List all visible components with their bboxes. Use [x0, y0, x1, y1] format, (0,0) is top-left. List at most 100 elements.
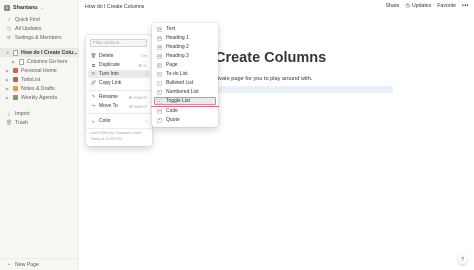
color-icon: ◐	[92, 118, 95, 124]
sidebar-page-personal-home[interactable]: ▶ Personal Home	[0, 66, 79, 75]
gear-icon: ⚙	[6, 34, 12, 41]
sidebar-page-weekly-agenda[interactable]: ▶ Weekly Agenda	[0, 93, 79, 102]
sidebar-page-label: Weekly Agenda	[21, 94, 57, 101]
menu-item-shortcut: ⌘+D	[138, 63, 147, 68]
menu-item-color[interactable]: ◐ Color ›	[88, 117, 150, 125]
turn-into-menu: Aa Text H1 Heading 1 H2 Heading 2 H3 Hea…	[152, 23, 218, 127]
turn-into-page[interactable]: ▤ Page	[154, 61, 216, 69]
annotation-underline	[151, 106, 219, 107]
turn-into-todo-list[interactable]: ☑ To-do List	[154, 70, 216, 78]
heading-1-icon: H1	[157, 35, 162, 41]
checkbox-icon: ☑	[157, 71, 162, 77]
menu-item-label: Copy Link	[99, 80, 122, 86]
sidebar-item-import[interactable]: ⤓ Import	[0, 109, 79, 118]
favorite-button[interactable]: Favorite	[437, 3, 456, 9]
sidebar-page-label: How do I Create Colu...	[21, 49, 78, 56]
move-icon: ↪	[91, 103, 96, 108]
sidebar-item-label: Settings & Members	[15, 34, 62, 41]
turn-into-code[interactable]: </> Code	[154, 107, 216, 115]
text-icon: Aa	[157, 26, 162, 32]
toggle-open-icon[interactable]: ▼	[6, 51, 10, 55]
updates-label: Updates	[411, 3, 432, 9]
menu-item-label: Code	[166, 108, 178, 114]
menu-item-move-to[interactable]: ↪ Move To ⌘+Shift+P	[88, 102, 150, 110]
workspace-switcher[interactable]: S Shantanu ⌄	[4, 3, 44, 12]
sidebar-page-columns-go-here[interactable]: ▶ Columns Go here	[0, 57, 79, 66]
new-page-button[interactable]: + New Page	[0, 258, 79, 270]
code-icon: </>	[157, 108, 162, 114]
sidebar-page-label: TodoList	[21, 76, 41, 83]
top-actions: Share ◷ Updates Favorite •••	[386, 3, 469, 9]
turn-into-icon: ↻	[91, 71, 96, 76]
chevron-down-icon: ⌄	[40, 5, 44, 10]
heading-2-icon: H2	[157, 44, 162, 50]
last-edited-time: Today at 10:59 PM	[90, 137, 122, 141]
trash-icon: 🗑	[90, 53, 97, 58]
duplicate-icon: ⧉	[91, 62, 96, 68]
block-context-menu: Filter actions... 🗑 Delete Del ⧉ Duplica…	[86, 35, 152, 146]
menu-item-rename[interactable]: ✎ Rename ⌘+Shift+R	[88, 93, 150, 101]
turn-into-heading-2[interactable]: H2 Heading 2	[154, 43, 216, 51]
filter-actions-input[interactable]: Filter actions...	[90, 39, 147, 47]
menu-item-label: Move To	[99, 103, 118, 109]
emoji-icon	[13, 95, 18, 100]
turn-into-toggle-list[interactable]: ▸ Toggle List	[154, 97, 216, 105]
sidebar-item-label: All Updates	[15, 25, 42, 32]
menu-item-label: Rename	[99, 94, 118, 100]
sidebar-page-label: Personal Home	[21, 67, 57, 74]
chevron-right-icon: ›	[145, 119, 147, 123]
share-button[interactable]: Share	[386, 3, 400, 9]
menu-item-label: Page	[166, 62, 178, 68]
sidebar-item-quick-find[interactable]: ⌕ Quick Find	[0, 15, 79, 24]
menu-item-turn-into[interactable]: ↻ Turn Into ›	[88, 70, 150, 78]
emoji-icon	[13, 77, 18, 82]
updates-button[interactable]: ◷ Updates	[405, 3, 431, 9]
sidebar-page-notes-drafts[interactable]: ▶ Notes & Drafts	[0, 84, 79, 93]
search-icon: ⌕	[7, 16, 11, 23]
menu-item-label: Heading 1	[166, 35, 189, 41]
sidebar-page-how-do-i-create-columns[interactable]: ▼ How do I Create Colu...	[0, 48, 79, 57]
sidebar-page-todolist[interactable]: ▶ TodoList	[0, 75, 79, 84]
menu-item-duplicate[interactable]: ⧉ Duplicate ⌘+D	[88, 61, 150, 69]
toggle-closed-icon[interactable]: ▶	[6, 96, 10, 100]
import-icon: ⤓	[7, 110, 11, 117]
page-title[interactable]: Create Columns	[215, 50, 326, 66]
sidebar: S Shantanu ⌄ ⌕ Quick Find ◷ All Updates …	[0, 0, 79, 270]
breadcrumb[interactable]: How do I Create Columns	[85, 4, 144, 10]
menu-item-label: Turn Into	[99, 71, 119, 77]
sidebar-item-settings[interactable]: ⚙ Settings & Members	[0, 33, 79, 42]
menu-item-label: To-do List	[166, 71, 188, 77]
toggle-closed-icon[interactable]: ▶	[6, 87, 10, 91]
sidebar-item-trash[interactable]: 🗑 Trash	[0, 118, 79, 127]
quote-icon: ❝	[157, 117, 162, 123]
menu-item-shortcut: ⌘+Shift+R	[128, 95, 147, 100]
menu-item-label: Heading 3	[166, 53, 189, 59]
turn-into-quote[interactable]: ❝ Quote	[154, 116, 216, 124]
more-icon[interactable]: •••	[462, 3, 469, 9]
toggle-closed-icon[interactable]: ▶	[12, 60, 16, 64]
turn-into-heading-1[interactable]: H1 Heading 1	[154, 34, 216, 42]
menu-item-copy-link[interactable]: 🔗 Copy Link	[88, 79, 150, 87]
clock-icon: ◷	[6, 25, 12, 32]
toggle-closed-icon[interactable]: ▶	[6, 78, 10, 82]
turn-into-text[interactable]: Aa Text	[154, 25, 216, 33]
help-button[interactable]: ?	[458, 255, 467, 264]
menu-divider	[86, 90, 152, 91]
new-page-label: New Page	[15, 261, 39, 268]
menu-divider	[86, 113, 152, 114]
link-icon: 🔗	[90, 80, 97, 85]
menu-item-shortcut: Del	[141, 54, 147, 58]
turn-into-heading-3[interactable]: H3 Heading 3	[154, 52, 216, 60]
sidebar-item-label: Import	[15, 110, 30, 117]
turn-into-bulleted-list[interactable]: • Bulleted List	[154, 79, 216, 87]
menu-item-label: Delete	[99, 53, 114, 59]
page-paragraph[interactable]: rivate page for you to play around with.	[216, 76, 312, 82]
menu-item-label: Duplicate	[99, 62, 120, 68]
menu-item-delete[interactable]: 🗑 Delete Del	[88, 52, 150, 60]
toggle-closed-icon[interactable]: ▶	[6, 69, 10, 73]
turn-into-numbered-list[interactable]: 1. Numbered List	[154, 88, 216, 96]
sidebar-item-all-updates[interactable]: ◷ All Updates	[0, 24, 79, 33]
sidebar-page-label: Columns Go here	[27, 58, 68, 65]
workspace-avatar: S	[4, 4, 10, 11]
menu-item-label: Bulleted List	[166, 80, 194, 86]
